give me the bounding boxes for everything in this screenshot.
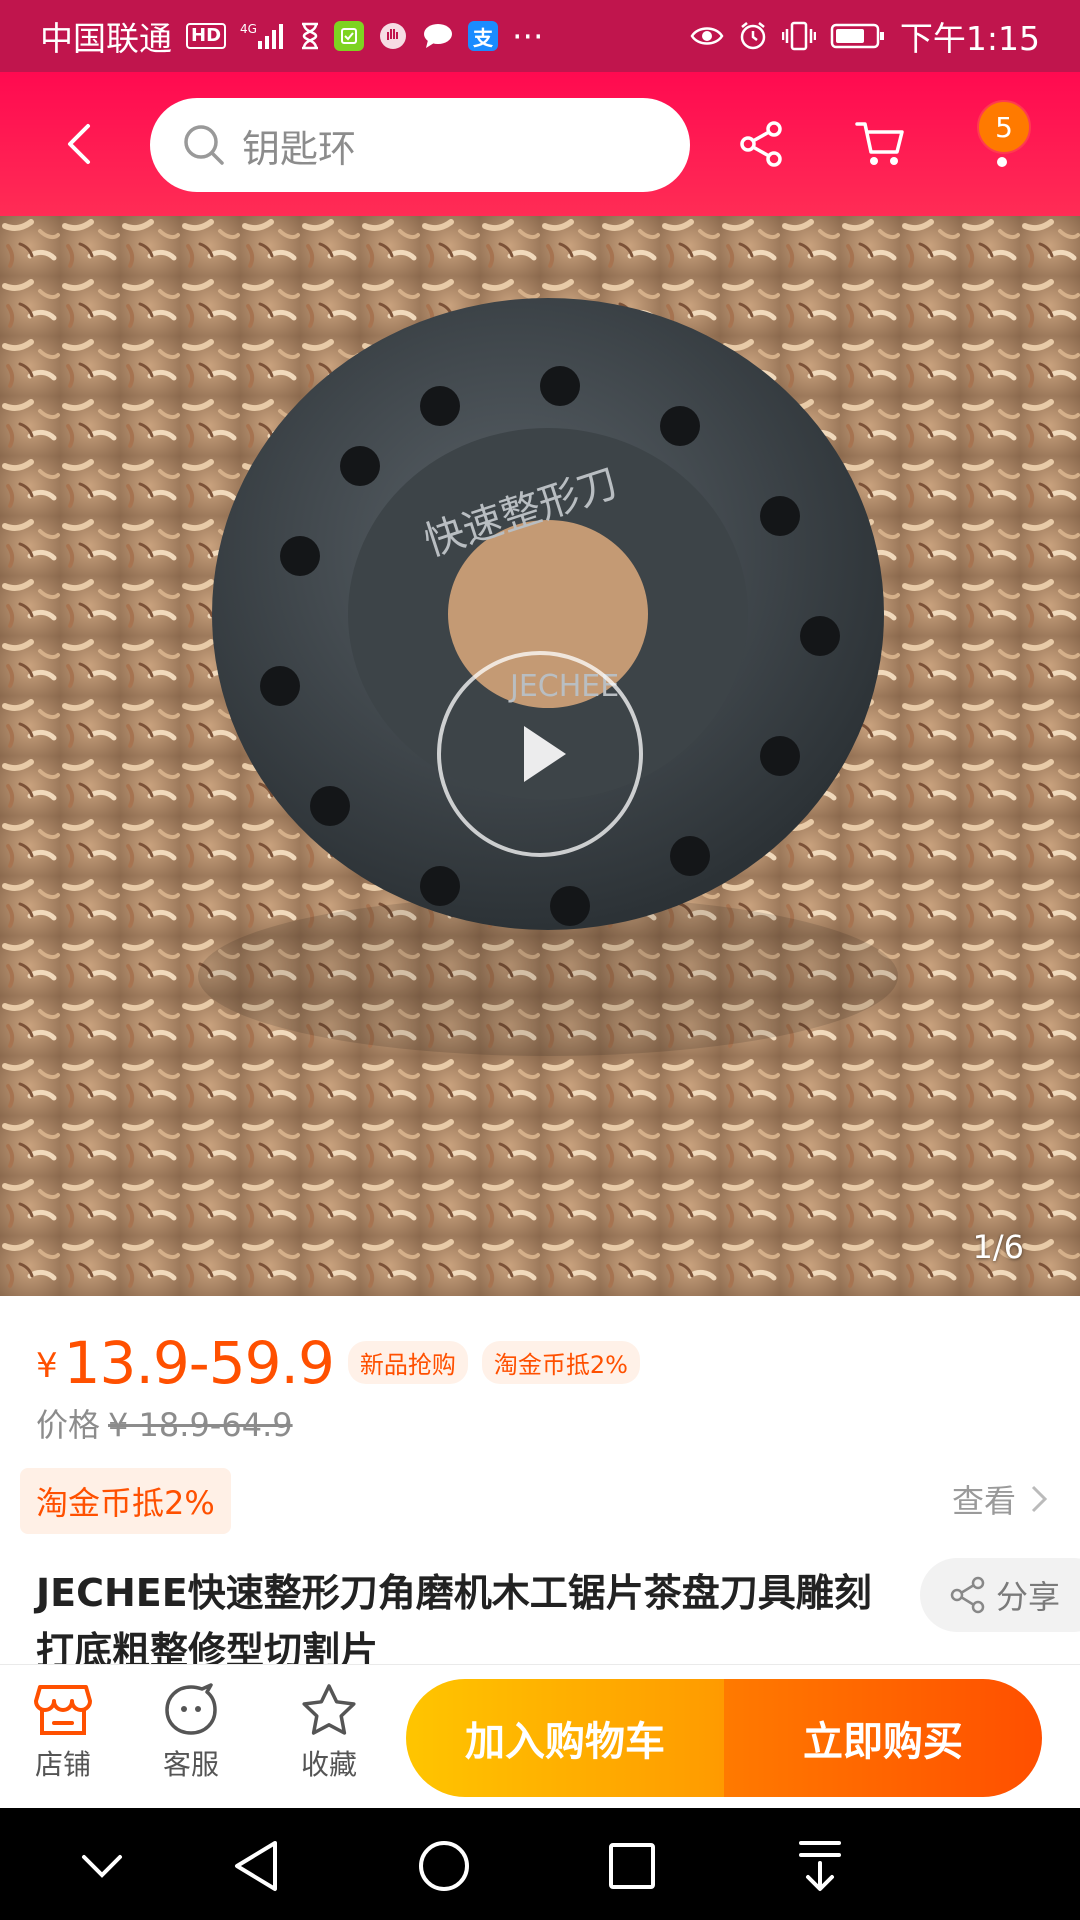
signal-icon: 4G: [240, 21, 286, 51]
notes-app-icon: [334, 21, 365, 51]
original-price: ¥ 18.9-64.9: [108, 1406, 293, 1444]
currency-symbol: ¥: [36, 1346, 58, 1386]
share-icon: [950, 1576, 985, 1614]
share-pill-button[interactable]: 分享: [920, 1558, 1080, 1632]
product-title: JECHEE快速整形刀角磨机木工锯片茶盘刀具雕刻打底粗整修型切割片: [36, 1571, 872, 1664]
cart-count-badge: 5: [977, 100, 1031, 154]
alarm-icon: [738, 21, 768, 51]
store-label: 店铺: [34, 1748, 91, 1781]
circle-home-icon: [419, 1841, 469, 1891]
coin-tag: 淘金币抵2%: [481, 1341, 640, 1384]
play-video-button[interactable]: [437, 651, 643, 857]
triangle-back-icon: [235, 1841, 277, 1891]
nav-back-button[interactable]: [226, 1836, 286, 1896]
carrier-name: 中国联通: [40, 19, 172, 58]
status-bar: 中国联通 HD 4G 支 ··· 下午1:15: [0, 0, 1080, 72]
hourglass-icon: [300, 22, 320, 50]
svg-text:4G: 4G: [240, 22, 257, 36]
more-notifications: ···: [512, 16, 544, 56]
top-header: 钥匙环: [0, 72, 1080, 216]
original-price-label: 价格: [36, 1406, 101, 1444]
eye-icon: [690, 24, 724, 48]
nav-home-button[interactable]: [414, 1836, 474, 1896]
store-icon: [34, 1685, 92, 1735]
product-title-section: JECHEE快速整形刀角磨机木工锯片茶盘刀具雕刻打底粗整修型切割片 分享: [0, 1544, 1080, 1664]
vibrate-icon: [781, 21, 816, 51]
system-nav-bar: [0, 1808, 1080, 1920]
battery-icon: [830, 22, 886, 50]
coupon-row[interactable]: 淘金币抵2% 查看: [0, 1456, 1080, 1544]
add-to-cart-button[interactable]: 加入购物车: [406, 1679, 724, 1797]
nav-notification-button[interactable]: [790, 1836, 850, 1896]
customer-service-icon: [165, 1683, 217, 1735]
cart-icon: [855, 122, 904, 165]
share-label: 分享: [996, 1578, 1061, 1616]
pull-down-icon: [799, 1841, 841, 1891]
square-recents-icon: [609, 1843, 655, 1889]
view-label: 查看: [951, 1482, 1016, 1520]
share-button[interactable]: [734, 116, 790, 172]
view-link[interactable]: 查看: [952, 1476, 1048, 1522]
bottom-action-bar: 店铺 客服 收藏 加入购物车 立即购买: [0, 1664, 1080, 1808]
back-button[interactable]: [52, 116, 108, 172]
chevron-down-icon: [82, 1855, 122, 1878]
customer-service-button[interactable]: 客服: [136, 1683, 246, 1783]
search-icon: [180, 121, 228, 169]
price-section: ¥ 13.9-59.9 新品抢购 淘金币抵2% 价格 ¥ 18.9-64.9: [0, 1296, 1080, 1456]
price-row: ¥ 13.9-59.9 新品抢购 淘金币抵2%: [36, 1332, 640, 1394]
store-button[interactable]: 店铺: [8, 1683, 118, 1783]
new-product-tag: 新品抢购: [347, 1341, 468, 1384]
price-range: 13.9-59.9: [63, 1329, 335, 1397]
nav-collapse-button[interactable]: [72, 1836, 132, 1896]
alipay-icon: 支: [468, 21, 499, 51]
nav-recents-button[interactable]: [602, 1836, 662, 1896]
hd-icon: HD: [186, 23, 227, 49]
status-left: 中国联通 HD 4G 支 ···: [40, 12, 544, 60]
search-placeholder: 钥匙环: [242, 126, 357, 171]
back-icon: [68, 124, 90, 164]
search-input[interactable]: 钥匙环: [150, 98, 690, 192]
page-indicator: 1/6: [972, 1228, 1025, 1266]
clock-time: 下午1:15: [899, 19, 1040, 58]
play-icon: [524, 726, 566, 782]
hand-icon: [378, 21, 408, 51]
original-price-row: 价格 ¥ 18.9-64.9: [36, 1400, 293, 1446]
favorite-label: 收藏: [300, 1748, 357, 1781]
cart-button[interactable]: [852, 116, 908, 172]
product-detail-screen: 中国联通 HD 4G 支 ··· 下午1:15 钥匙环 5 快速整形刀 JECH…: [0, 0, 1080, 1920]
chevron-right-icon: [1031, 1485, 1048, 1513]
star-icon: [302, 1684, 356, 1735]
customer-service-label: 客服: [162, 1748, 219, 1781]
share-icon: [740, 121, 782, 167]
status-right: 下午1:15: [690, 12, 1040, 60]
message-icon: [422, 22, 454, 50]
coin-discount-chip: 淘金币抵2%: [20, 1468, 231, 1534]
buy-now-button[interactable]: 立即购买: [724, 1679, 1042, 1797]
favorite-button[interactable]: 收藏: [274, 1683, 384, 1783]
